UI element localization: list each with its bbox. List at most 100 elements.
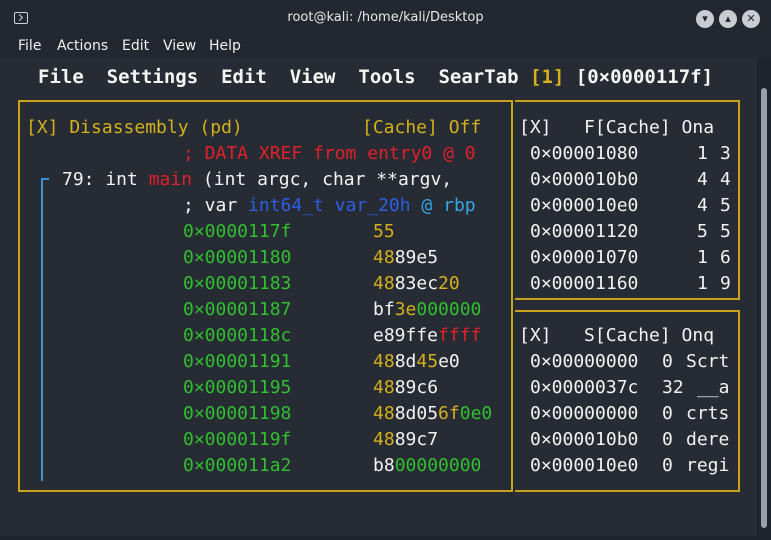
section-row-addr[interactable]: 0×0000037c: [530, 377, 638, 399]
scrollbar-thumb[interactable]: [761, 88, 767, 528]
function-row-addr[interactable]: 0×00001160: [530, 273, 638, 295]
section-row-name: regi: [686, 455, 730, 476]
section-row-size: 0: [662, 403, 673, 424]
function-row-b: 5: [720, 195, 731, 216]
disasm-addr[interactable]: 0×0000117f: [183, 221, 291, 243]
function-row-b: 6: [720, 247, 731, 268]
section-row-name: dere: [686, 429, 730, 450]
r2-menu-view[interactable]: View: [290, 66, 336, 88]
bytes-part: 000000: [416, 299, 482, 320]
bytes-part: 89e5: [394, 247, 439, 268]
disasm-bytes: bf3e000000: [373, 299, 481, 321]
function-row-b: 5: [720, 221, 731, 242]
bytes-part: 89c7: [394, 429, 439, 450]
func-args: (int argc, char **argv,: [192, 169, 453, 190]
var-prefix: ; var: [183, 195, 249, 216]
function-row-a: 1: [697, 247, 708, 268]
disasm-addr[interactable]: 0×000011a2: [183, 455, 291, 477]
r2-menu-bar: File Settings Edit View Tools SearTab [1…: [38, 66, 713, 88]
function-row-addr[interactable]: 0×000010e0: [530, 195, 638, 217]
bytes-part: 8d: [394, 351, 417, 372]
menu-edit[interactable]: Edit: [122, 38, 149, 54]
disasm-bytes: b800000000: [373, 455, 481, 477]
var-type: int64_t: [248, 195, 324, 216]
disasm-bytes: 488d056f0e0: [373, 403, 492, 425]
bytes-part: 48: [373, 247, 395, 268]
r2-menu-seartab[interactable]: SearTab: [438, 66, 518, 88]
disasm-addr[interactable]: 0×00001195: [183, 377, 291, 399]
bytes-part: 48: [373, 351, 395, 372]
disasm-bytes: 55: [373, 221, 395, 243]
function-row-a: 4: [697, 169, 708, 190]
disasm-addr[interactable]: 0×00001198: [183, 403, 291, 425]
section-row-size: 0: [662, 429, 673, 450]
close-icon[interactable]: ✕: [742, 10, 760, 28]
section-row-name: Scrt: [686, 351, 730, 372]
terminal-area[interactable]: File Settings Edit View Tools SearTab [1…: [0, 58, 757, 536]
bytes-part: e89ffe: [373, 325, 439, 346]
function-row-a: 5: [697, 221, 708, 242]
function-row-addr[interactable]: 0×000010b0: [530, 169, 638, 191]
maximize-icon[interactable]: ▴: [719, 10, 737, 28]
function-row-a: 4: [697, 195, 708, 216]
r2-tab-index: [1]: [530, 66, 565, 88]
disasm-addr[interactable]: 0×00001180: [183, 247, 291, 269]
section-row-addr[interactable]: 0×00000000: [530, 351, 638, 373]
r2-menu-tools[interactable]: Tools: [358, 66, 415, 88]
title-bar: root@kali: /home/kali/Desktop ▾ ▴ ✕: [0, 0, 771, 36]
section-row-size: 32: [662, 377, 684, 398]
section-row-addr[interactable]: 0×000010b0: [530, 429, 638, 451]
section-row-addr[interactable]: 0×000010e0: [530, 455, 638, 477]
disasm-addr[interactable]: 0×00001187: [183, 299, 291, 321]
r2-menu-settings[interactable]: Settings: [107, 66, 199, 88]
function-row-addr[interactable]: 0×00001080: [530, 143, 638, 165]
bytes-part: ffff: [438, 325, 482, 346]
function-row-b: 9: [720, 273, 731, 294]
function-row-a: 1: [697, 273, 708, 294]
section-row-size: 0: [662, 455, 673, 476]
function-row-a: 1: [697, 143, 708, 164]
bytes-part: 6f: [438, 403, 460, 424]
bytes-part: 8d05: [394, 403, 439, 424]
function-row-addr[interactable]: 0×00001120: [530, 221, 638, 243]
function-row-addr[interactable]: 0×00001070: [530, 247, 638, 269]
menu-bar: File Actions Edit View Help: [0, 36, 771, 58]
r2-address: [0×0000117f]: [575, 66, 714, 88]
bytes-part: b8: [373, 455, 395, 476]
scrollbar[interactable]: [757, 58, 771, 536]
minimize-icon[interactable]: ▾: [696, 10, 714, 28]
bytes-part: 48: [373, 273, 395, 294]
disasm-addr[interactable]: 0×00001191: [183, 351, 291, 373]
bytes-part: 20: [438, 273, 460, 294]
disasm-bytes: 4889c6: [373, 377, 438, 399]
bytes-part: e0: [438, 351, 460, 372]
func-name: main: [148, 169, 193, 190]
disasm-addr[interactable]: 0×00001183: [183, 273, 291, 295]
section-row-name: __a: [697, 377, 730, 398]
disasm-addr[interactable]: 0×0000118c: [183, 325, 291, 347]
disasm-header-left[interactable]: [X] Disassembly (pd): [26, 117, 243, 139]
bytes-part: 00000000: [394, 455, 482, 476]
var-declaration: ; var int64_t var_20h @ rbp: [183, 195, 476, 217]
r2-menu-file[interactable]: File: [38, 66, 84, 88]
section-row-addr[interactable]: 0×00000000: [530, 403, 638, 425]
r2-menu-edit[interactable]: Edit: [221, 66, 267, 88]
bytes-part: 48: [373, 429, 395, 450]
functions-header[interactable]: [X] F[Cache] Ona: [519, 117, 714, 139]
menu-help[interactable]: Help: [209, 38, 241, 54]
menu-view[interactable]: View: [163, 38, 196, 54]
function-bracket: [41, 178, 43, 481]
var-at: @: [410, 195, 444, 216]
bytes-part: 55: [373, 221, 395, 242]
function-row-b: 3: [720, 143, 731, 164]
menu-file[interactable]: File: [18, 38, 41, 54]
menu-actions[interactable]: Actions: [57, 38, 108, 54]
bytes-part: 45: [416, 351, 439, 372]
bytes-part: 3e: [394, 299, 417, 320]
window-title: root@kali: /home/kali/Desktop: [287, 10, 484, 25]
disasm-addr[interactable]: 0×0000119f: [183, 429, 291, 451]
bytes-part: 83ec: [394, 273, 439, 294]
disasm-header-right[interactable]: [Cache] Off: [362, 117, 481, 139]
bytes-part: bf: [373, 299, 395, 320]
sections-header[interactable]: [X] S[Cache] Onq: [519, 325, 714, 347]
